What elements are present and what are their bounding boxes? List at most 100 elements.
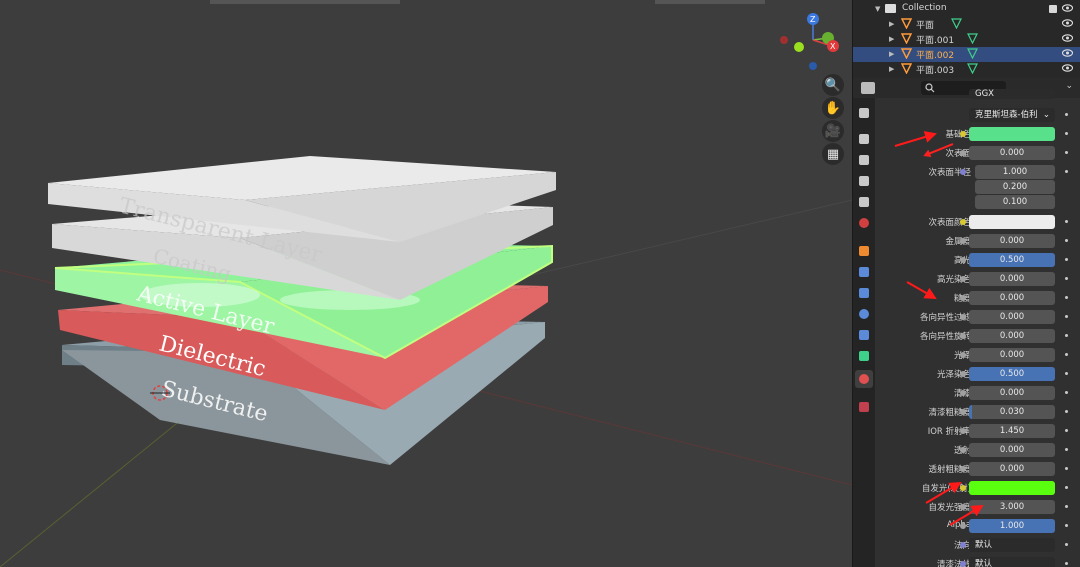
tab-texture[interactable] — [855, 398, 873, 416]
keyframe-dot-icon[interactable] — [1065, 353, 1068, 356]
scene-canvas[interactable]: Transparent Layer Coating Active Layer D… — [0, 0, 852, 567]
vector-component-field[interactable]: 1.000 — [975, 165, 1055, 179]
socket-icon[interactable] — [960, 314, 966, 320]
socket-icon[interactable] — [960, 150, 966, 156]
outliner-collection-row[interactable]: ▼ Collection — [853, 2, 1080, 17]
keyframe-dot-icon[interactable] — [1065, 429, 1068, 432]
keyframe-dot-icon[interactable] — [1065, 410, 1068, 413]
socket-icon[interactable] — [960, 169, 966, 175]
socket-icon[interactable] — [960, 131, 966, 137]
socket-icon[interactable] — [960, 561, 966, 567]
socket-icon[interactable] — [960, 276, 966, 282]
eye-icon[interactable] — [1062, 4, 1073, 12]
number-slider-field[interactable]: 0.000 — [969, 146, 1055, 160]
tab-data[interactable] — [855, 347, 873, 365]
number-slider-field[interactable]: 0.500 — [969, 367, 1055, 381]
number-slider-field[interactable]: 0.000 — [969, 272, 1055, 286]
tab-constraints[interactable] — [855, 326, 873, 344]
keyframe-dot-icon[interactable] — [1065, 505, 1068, 508]
outliner-item-row[interactable]: ▶ 平面 — [853, 17, 1080, 32]
zoom-icon[interactable]: 🔍 — [822, 74, 844, 96]
number-slider-field[interactable]: 0.000 — [969, 329, 1055, 343]
socket-icon[interactable] — [960, 257, 966, 263]
socket-icon[interactable] — [960, 238, 966, 244]
tab-tool[interactable] — [855, 104, 873, 122]
input-default-field[interactable]: 默认 — [969, 538, 1055, 552]
socket-icon[interactable] — [960, 542, 966, 548]
socket-icon[interactable] — [960, 447, 966, 453]
keyframe-dot-icon[interactable] — [1065, 486, 1068, 489]
socket-icon[interactable] — [960, 485, 966, 491]
color-swatch[interactable] — [969, 215, 1055, 229]
socket-icon[interactable] — [960, 409, 966, 415]
tab-material[interactable] — [855, 370, 873, 388]
keyframe-dot-icon[interactable] — [1065, 372, 1068, 375]
number-slider-field[interactable]: 1.450 — [969, 424, 1055, 438]
number-slider-field[interactable]: 3.000 — [969, 500, 1055, 514]
number-slider-field[interactable]: 0.030 — [969, 405, 1055, 419]
outliner-item-row[interactable]: ▶ 平面.003 — [853, 62, 1080, 77]
keyframe-dot-icon[interactable] — [1065, 391, 1068, 394]
number-slider-field[interactable]: 0.000 — [969, 291, 1055, 305]
number-slider-field[interactable]: 0.500 — [969, 253, 1055, 267]
socket-icon[interactable] — [960, 466, 966, 472]
expand-triangle-icon[interactable]: ▶ — [889, 20, 894, 28]
keyframe-dot-icon[interactable] — [1065, 277, 1068, 280]
keyframe-dot-icon[interactable] — [1065, 315, 1068, 318]
tab-view-layer[interactable] — [855, 172, 873, 190]
socket-icon[interactable] — [960, 371, 966, 377]
keyframe-dot-icon[interactable] — [1065, 132, 1068, 135]
number-slider-field[interactable]: 0.000 — [969, 443, 1055, 457]
keyframe-dot-icon[interactable] — [1065, 448, 1068, 451]
keyframe-dot-icon[interactable] — [1065, 467, 1068, 470]
keyframe-dot-icon[interactable] — [1065, 334, 1068, 337]
tab-physics[interactable] — [855, 305, 873, 323]
tab-output[interactable] — [855, 151, 873, 169]
socket-icon[interactable] — [960, 352, 966, 358]
eye-icon[interactable] — [1062, 49, 1073, 57]
number-slider-field[interactable]: 0.000 — [969, 310, 1055, 324]
socket-icon[interactable] — [960, 219, 966, 225]
tab-world[interactable] — [855, 214, 873, 232]
keyframe-dot-icon[interactable] — [1065, 562, 1068, 565]
socket-icon[interactable] — [960, 428, 966, 434]
color-swatch[interactable] — [969, 481, 1055, 495]
keyframe-dot-icon[interactable] — [1065, 543, 1068, 546]
number-slider-field[interactable]: 0.000 — [969, 348, 1055, 362]
outliner-item-row[interactable]: ▶ 平面.001 — [853, 32, 1080, 47]
outliner-item-row-selected[interactable]: ▶ 平面.002 — [853, 47, 1080, 62]
vector-component-field[interactable]: 0.200 — [975, 180, 1055, 194]
keyframe-dot-icon[interactable] — [1065, 220, 1068, 223]
vector-component-field[interactable]: 0.100 — [975, 195, 1055, 209]
number-slider-field[interactable]: 0.000 — [969, 386, 1055, 400]
number-slider-field[interactable]: 1.000 — [969, 519, 1055, 533]
pan-hand-icon[interactable]: ✋ — [822, 97, 844, 119]
keyframe-dot-icon[interactable] — [1065, 524, 1068, 527]
eye-icon[interactable] — [1062, 34, 1073, 42]
socket-icon[interactable] — [960, 333, 966, 339]
3d-viewport[interactable]: Transparent Layer Coating Active Layer D… — [0, 0, 852, 567]
input-default-field[interactable]: 默认 — [969, 557, 1055, 567]
keyframe-dot-icon[interactable] — [1065, 151, 1068, 154]
socket-icon[interactable] — [960, 504, 966, 510]
socket-icon[interactable] — [960, 523, 966, 529]
keyframe-dot-icon[interactable] — [1065, 239, 1068, 242]
number-slider-field[interactable]: 0.000 — [969, 462, 1055, 476]
subsurface-method-dropdown[interactable]: 克里斯坦森-伯利 ⌄ — [969, 108, 1055, 122]
distribution-dropdown[interactable]: GGX — [969, 89, 1055, 99]
expand-triangle-icon[interactable]: ▶ — [889, 65, 894, 73]
editor-type-icon[interactable] — [861, 82, 875, 94]
tab-scene[interactable] — [855, 193, 873, 211]
tab-render[interactable] — [855, 130, 873, 148]
expand-triangle-icon[interactable]: ▶ — [889, 50, 894, 58]
socket-icon[interactable] — [960, 295, 966, 301]
eye-icon[interactable] — [1062, 19, 1073, 27]
number-slider-field[interactable]: 0.000 — [969, 234, 1055, 248]
tab-modifiers[interactable] — [855, 263, 873, 281]
color-swatch[interactable] — [969, 127, 1055, 141]
expand-triangle-icon[interactable]: ▶ — [889, 35, 894, 43]
tab-particles[interactable] — [855, 284, 873, 302]
keyframe-dot-icon[interactable] — [1065, 258, 1068, 261]
checkbox-icon[interactable] — [1049, 5, 1057, 13]
grid-view-icon[interactable]: ▦ — [822, 143, 844, 165]
